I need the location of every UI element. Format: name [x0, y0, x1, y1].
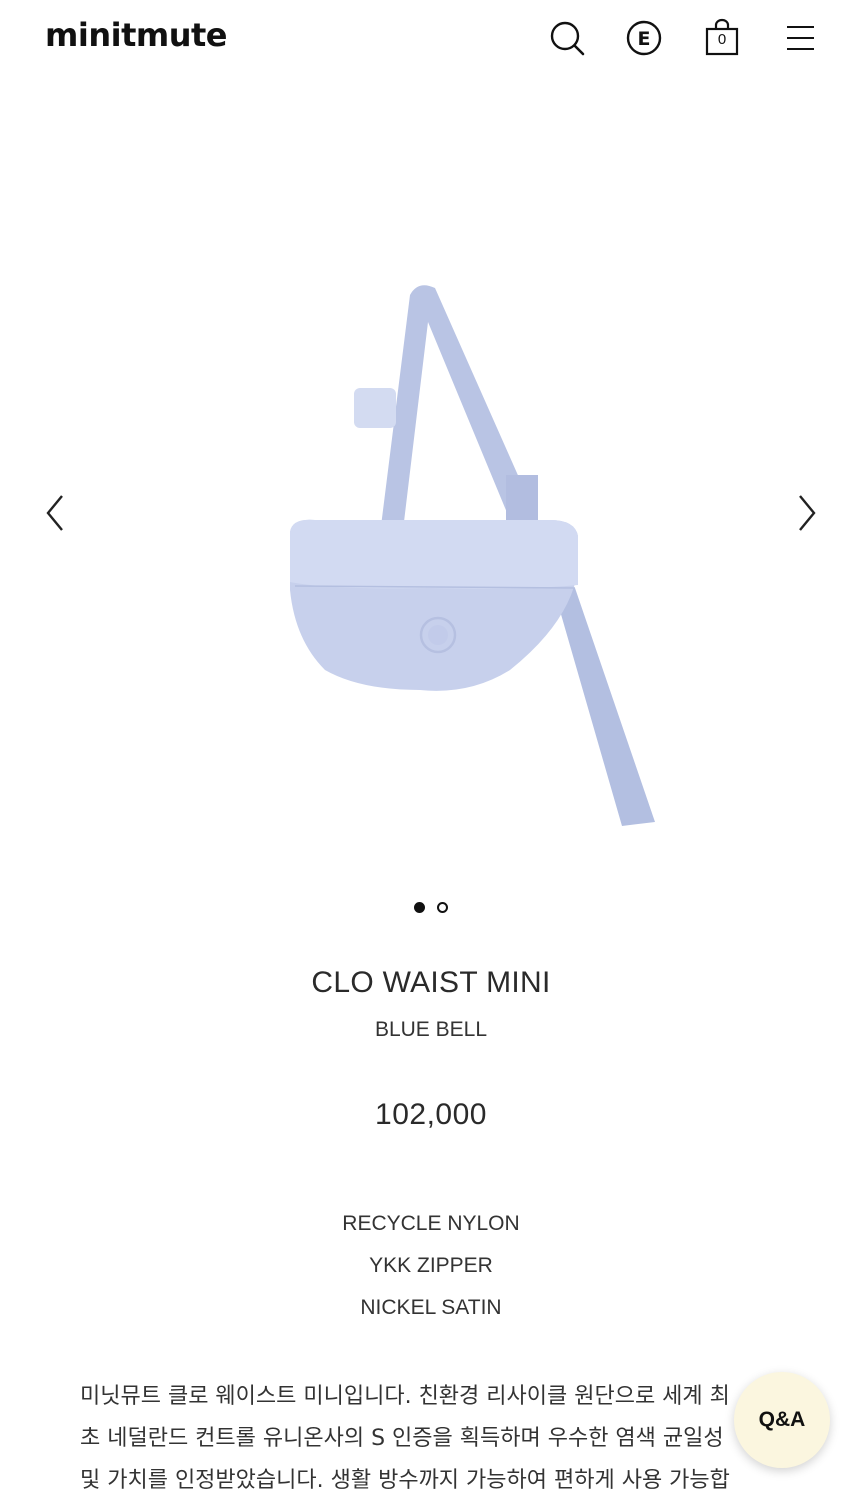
qa-button[interactable]: Q&A — [734, 1372, 830, 1468]
description-line: 및 가치를 인정받았습니다. 생활 방수까지 가능하여 편하게 사용 가능합 — [80, 1468, 730, 1493]
product-title: CLO WAIST MINI — [311, 966, 551, 999]
carousel-pagination — [0, 902, 862, 913]
brand-logo[interactable]: minitmute — [45, 16, 227, 54]
description-line: 초 네덜란드 컨트롤 유니온사의 S 인증을 획득하며 우수한 염색 균일성 — [80, 1426, 724, 1451]
carousel-dot-2[interactable] — [437, 902, 448, 913]
cart-count: 0 — [717, 31, 727, 48]
product-color: BLUE BELL — [374, 1018, 488, 1041]
hamburger-menu-icon[interactable] — [780, 18, 820, 58]
spec-hardware: NICKEL SATIN — [360, 1296, 502, 1319]
carousel-prev-arrow-icon[interactable] — [40, 490, 70, 536]
product-image[interactable] — [270, 270, 670, 840]
e-logo-icon[interactable]: E — [624, 18, 664, 58]
product-price: 102,000 — [375, 1098, 487, 1131]
product-description: 미닛뮤트 클로 웨이스트 미니입니다. 친환경 리사이클 원단으로 세계 최 초… — [80, 1376, 800, 1502]
cart-bag-icon[interactable]: 0 — [702, 18, 742, 58]
svg-text:E: E — [638, 28, 651, 50]
search-icon[interactable] — [547, 18, 587, 58]
spec-material: RECYCLE NYLON — [342, 1212, 520, 1235]
spec-zipper: YKK ZIPPER — [369, 1254, 493, 1277]
description-line: 미닛뮤트 클로 웨이스트 미니입니다. 친환경 리사이클 원단으로 세계 최 — [80, 1384, 730, 1409]
carousel-next-arrow-icon[interactable] — [792, 490, 822, 536]
carousel-dot-1[interactable] — [414, 902, 425, 913]
